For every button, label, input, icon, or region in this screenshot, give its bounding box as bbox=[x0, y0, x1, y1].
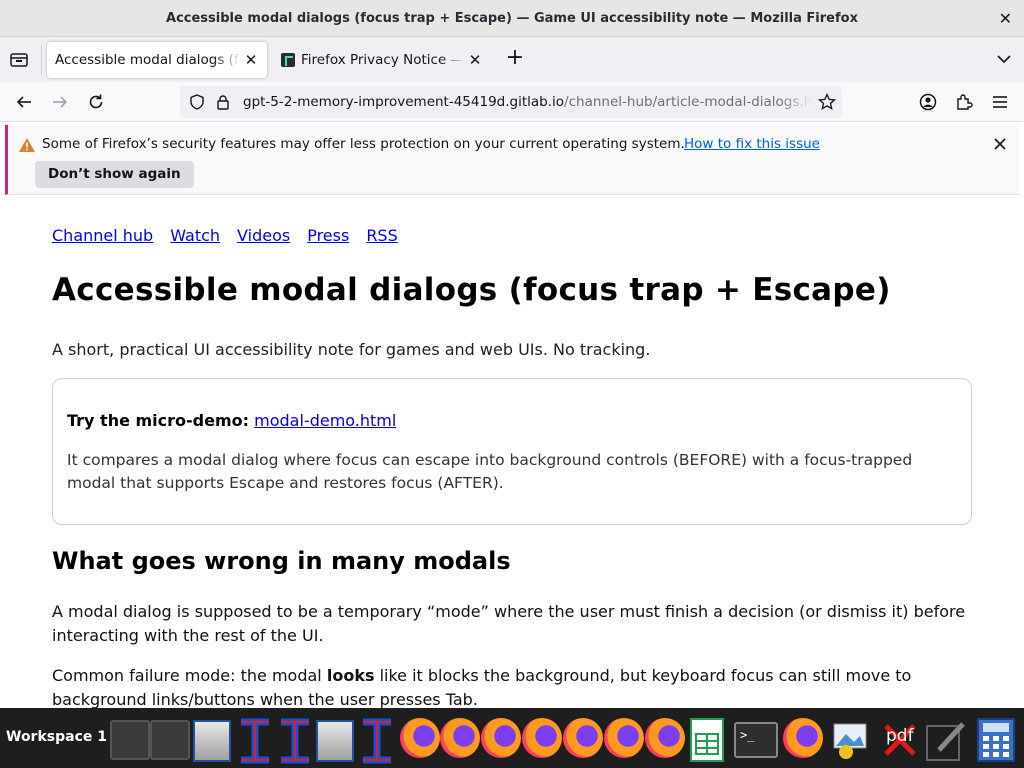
demo-prefix: Try the micro-demo: bbox=[67, 411, 250, 430]
window-close-icon[interactable]: ✕ bbox=[999, 9, 1012, 28]
text-editor-icon[interactable] bbox=[275, 718, 315, 764]
tab-strip: Accessible modal dialogs (focus trap + E… bbox=[0, 37, 1024, 82]
url-path: /channel-hub/article-modal-dialogs.html bbox=[564, 94, 813, 110]
terminal-icon[interactable]: >_ bbox=[734, 722, 778, 758]
text-editor-icon[interactable] bbox=[235, 718, 275, 764]
warning-icon bbox=[18, 137, 36, 157]
bookmark-star-icon[interactable] bbox=[817, 92, 837, 115]
tab-label: Firefox Privacy Notice — Mozilla bbox=[301, 52, 465, 68]
window-titlebar: Accessible modal dialogs (focus trap + E… bbox=[0, 0, 1024, 37]
modal-demo-link[interactable]: modal-demo.html bbox=[254, 411, 396, 430]
firefox-icon[interactable] bbox=[563, 718, 603, 758]
para2-before: Common failure mode: the modal bbox=[52, 666, 327, 685]
text-edit-pencil-icon[interactable] bbox=[925, 720, 965, 768]
reload-icon[interactable] bbox=[84, 90, 108, 114]
nav-link-press[interactable]: Press bbox=[307, 226, 349, 245]
lock-icon[interactable] bbox=[216, 94, 230, 114]
image-viewer-icon[interactable] bbox=[830, 718, 870, 766]
url-text[interactable]: gpt-5-2-memory-improvement-45419d.gitlab… bbox=[243, 94, 813, 110]
text-editor-icon[interactable] bbox=[357, 718, 397, 764]
tab-inactive[interactable]: Firefox Privacy Notice — Mozilla ✕ bbox=[273, 42, 491, 78]
firefox-icon[interactable] bbox=[400, 718, 440, 758]
demo-line: Try the micro-demo: modal-demo.html bbox=[67, 411, 396, 430]
taskbar: Workspace 1 >_ pdf bbox=[0, 708, 1024, 768]
window-icon[interactable] bbox=[316, 720, 354, 762]
forward-arrow-icon[interactable] bbox=[48, 90, 72, 114]
address-bar[interactable]: gpt-5-2-memory-improvement-45419d.gitlab… bbox=[180, 86, 842, 118]
paragraph-2: Common failure mode: the modal looks lik… bbox=[52, 664, 972, 708]
firefox-icon[interactable] bbox=[604, 718, 644, 758]
nav-link-videos[interactable]: Videos bbox=[237, 226, 290, 245]
tab-separator bbox=[41, 45, 42, 75]
list-all-tabs-chevron-icon[interactable] bbox=[996, 51, 1012, 71]
firefox-icon[interactable] bbox=[481, 718, 521, 758]
tracking-protection-shield-icon[interactable] bbox=[189, 94, 205, 114]
lede-text: A short, practical UI accessibility note… bbox=[52, 340, 651, 359]
calculator-icon[interactable] bbox=[977, 718, 1015, 762]
how-to-fix-link[interactable]: How to fix this issue bbox=[684, 136, 820, 152]
demo-description: It compares a modal dialog where focus c… bbox=[67, 451, 913, 492]
file-manager-icon[interactable] bbox=[110, 720, 150, 760]
firefox-icon[interactable] bbox=[440, 718, 480, 758]
tab-close-icon[interactable]: ✕ bbox=[465, 51, 485, 69]
security-notification-bar: Some of Firefox’s security features may … bbox=[5, 125, 1019, 195]
firefox-icon[interactable] bbox=[783, 718, 823, 758]
back-arrow-icon[interactable] bbox=[12, 90, 36, 114]
page-content: Channel hub Watch Videos Press RSS Acces… bbox=[0, 196, 1024, 708]
dont-show-again-button[interactable]: Don’t show again bbox=[35, 161, 194, 188]
demo-callout-box: Try the micro-demo: modal-demo.html It c… bbox=[52, 378, 972, 525]
tab-overview-icon[interactable] bbox=[8, 50, 30, 70]
notice-message: Some of Firefox’s security features may … bbox=[42, 136, 685, 152]
hamburger-menu-icon[interactable] bbox=[988, 90, 1012, 114]
file-manager-icon[interactable] bbox=[150, 720, 190, 760]
gitlab-favicon-icon bbox=[281, 53, 295, 67]
paragraph-1: A modal dialog is supposed to be a tempo… bbox=[52, 602, 966, 645]
pdf-viewer-label[interactable]: pdf bbox=[886, 726, 922, 756]
tab-close-icon[interactable]: ✕ bbox=[241, 51, 261, 69]
page-title: Accessible modal dialogs (focus trap + E… bbox=[52, 272, 891, 308]
navigation-toolbar: gpt-5-2-memory-improvement-45419d.gitlab… bbox=[0, 82, 1024, 122]
spreadsheet-icon[interactable] bbox=[690, 718, 724, 762]
nav-link-rss[interactable]: RSS bbox=[366, 226, 397, 245]
tab-label: Accessible modal dialogs (focus trap + E… bbox=[55, 52, 241, 68]
notice-close-icon[interactable] bbox=[993, 136, 1007, 155]
section-heading: What goes wrong in many modals bbox=[52, 547, 511, 575]
window-title: Accessible modal dialogs (focus trap + E… bbox=[166, 10, 858, 26]
extensions-puzzle-icon[interactable] bbox=[952, 90, 976, 114]
firefox-icon[interactable] bbox=[645, 718, 685, 758]
account-icon[interactable] bbox=[916, 90, 940, 114]
tab-active[interactable]: Accessible modal dialogs (focus trap + E… bbox=[47, 42, 267, 78]
firefox-icon[interactable] bbox=[522, 718, 562, 758]
url-host: gpt-5-2-memory-improvement-45419d.gitlab… bbox=[243, 94, 565, 110]
nav-link-channel-hub[interactable]: Channel hub bbox=[52, 226, 153, 245]
para2-bold: looks bbox=[326, 666, 375, 685]
workspace-label[interactable]: Workspace 1 bbox=[6, 729, 107, 745]
window-icon[interactable] bbox=[193, 720, 231, 762]
nav-link-watch[interactable]: Watch bbox=[170, 226, 220, 245]
site-nav: Channel hub Watch Videos Press RSS bbox=[52, 226, 398, 245]
new-tab-plus-icon[interactable]: + bbox=[504, 47, 526, 71]
